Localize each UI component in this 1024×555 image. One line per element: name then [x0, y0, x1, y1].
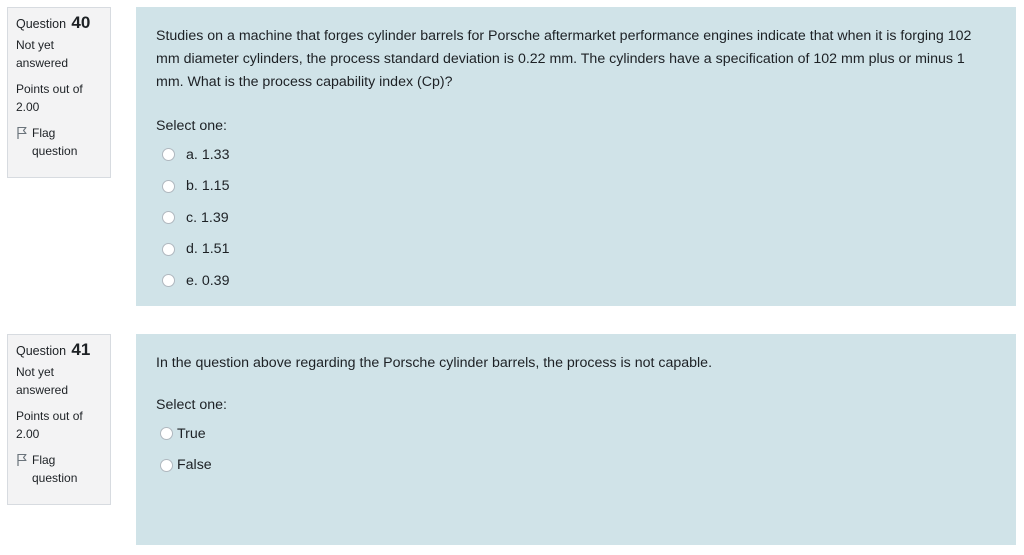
radio-button[interactable]: [162, 211, 175, 225]
flag-icon[interactable]: [16, 126, 28, 140]
question-content-40: Studies on a machine that forges cylinde…: [136, 7, 1016, 306]
option-b[interactable]: b. 1.15: [156, 171, 996, 203]
select-one-prompt: Select one:: [156, 118, 227, 134]
radio-button[interactable]: [162, 242, 175, 256]
flag-icon[interactable]: [16, 453, 28, 467]
option-false[interactable]: False: [156, 450, 996, 482]
radio-button[interactable]: [160, 427, 173, 441]
question-number: Question 40: [16, 13, 91, 32]
question-grade: Points out of 2.00: [16, 409, 83, 441]
option-a[interactable]: a. 1.33: [156, 139, 996, 171]
option-true[interactable]: True: [156, 418, 996, 450]
question-grade: Points out of 2.00: [16, 82, 83, 114]
question-content-41: In the question above regarding the Pors…: [136, 334, 1016, 545]
flag-question-link[interactable]: Flag question: [16, 124, 102, 160]
flag-question-link[interactable]: Flag question: [16, 451, 102, 487]
radio-button[interactable]: [162, 179, 175, 193]
question-state: Not yet answered: [16, 365, 69, 397]
option-c[interactable]: c. 1.39: [156, 202, 996, 234]
option-e[interactable]: e. 0.39: [156, 265, 996, 297]
option-d[interactable]: d. 1.51: [156, 234, 996, 266]
answer-options: True False: [156, 418, 996, 481]
question-text: Studies on a machine that forges cylinde…: [156, 28, 972, 90]
radio-button[interactable]: [160, 458, 173, 472]
flag-label[interactable]: Flag question: [32, 124, 102, 160]
radio-button[interactable]: [162, 148, 175, 162]
question-info-41: Question 41 Not yet answered Points out …: [7, 334, 111, 505]
flag-label[interactable]: Flag question: [32, 451, 102, 487]
select-one-prompt: Select one:: [156, 397, 227, 413]
radio-button[interactable]: [162, 274, 175, 288]
question-info-40: Question 40 Not yet answered Points out …: [7, 7, 111, 178]
answer-options: a. 1.33 b. 1.15 c. 1.39 d. 1.51 e. 0.39: [156, 139, 996, 297]
question-state: Not yet answered: [16, 38, 69, 70]
question-text: In the question above regarding the Pors…: [156, 355, 713, 371]
question-number: Question 41: [16, 340, 91, 359]
